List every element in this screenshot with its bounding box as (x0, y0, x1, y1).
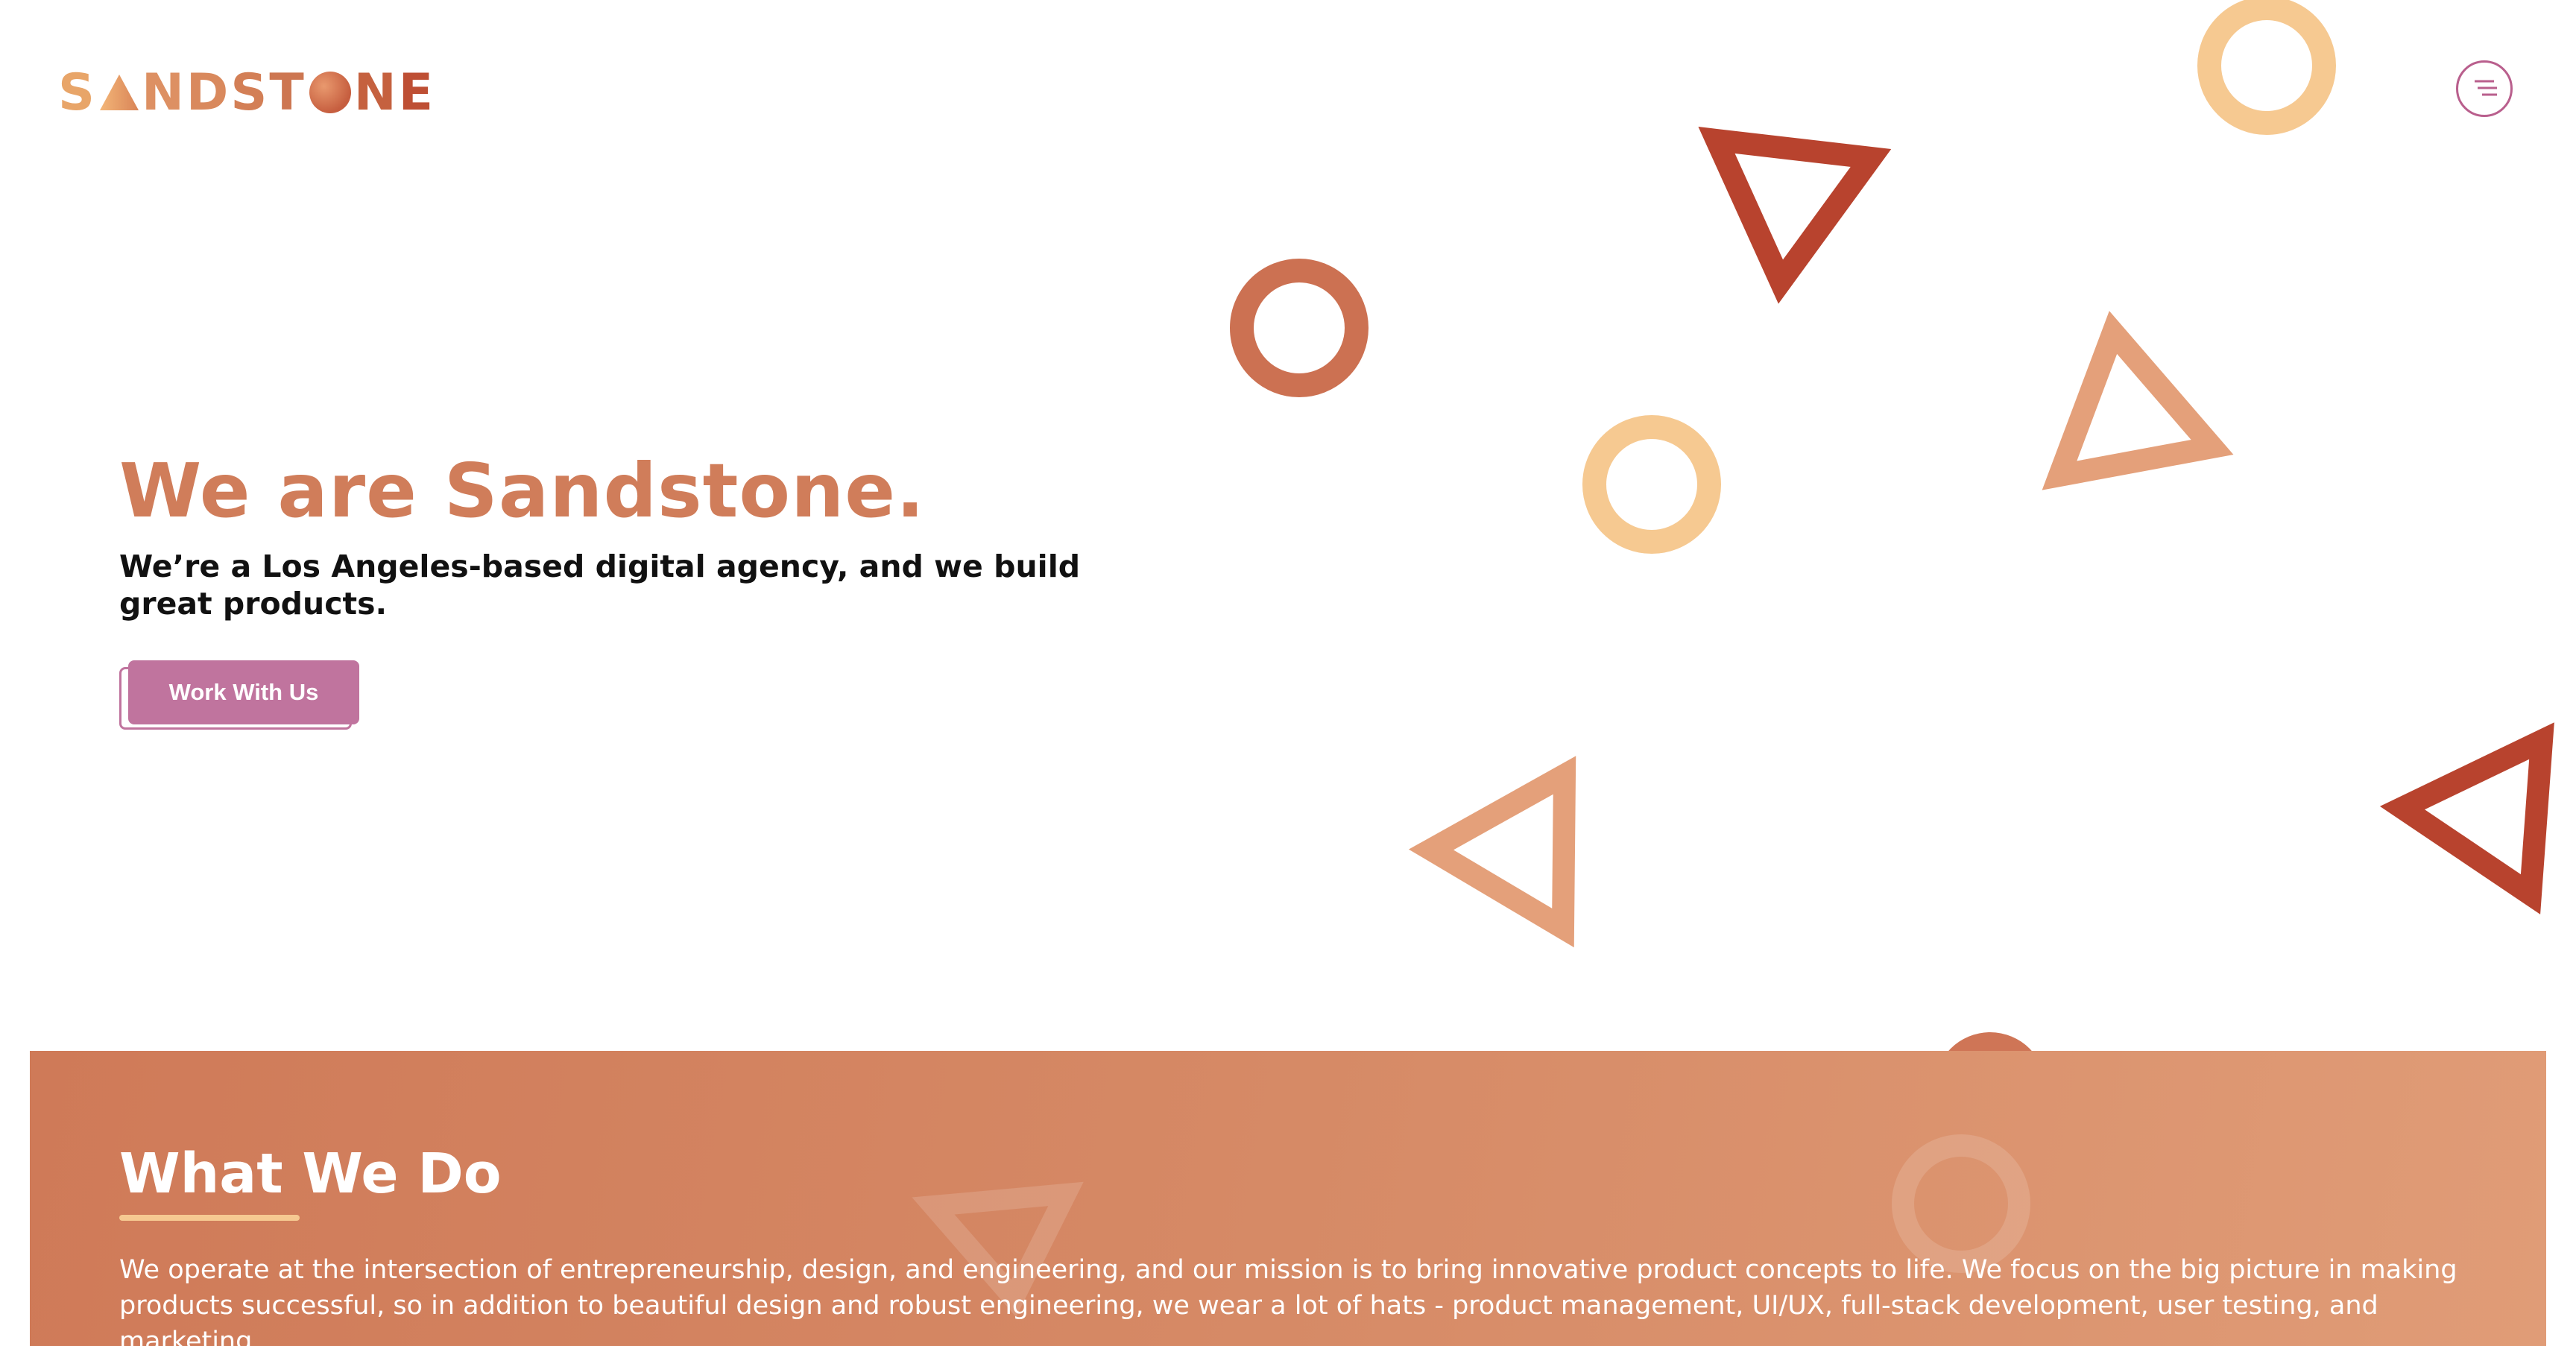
circle-orange-left (1230, 259, 1368, 397)
logo-letter: T (269, 63, 306, 122)
menu-button[interactable] (2456, 60, 2513, 117)
hero-subtitle: We’re a Los Angeles-based digital agency… (119, 549, 1081, 622)
hero-title: We are Sandstone. (119, 447, 926, 534)
what-we-do-section: What We Do We operate at the intersectio… (30, 1051, 2546, 1346)
triangle-peach-right (2042, 311, 2234, 490)
menu-lines-icon (2475, 80, 2497, 96)
brand-logo[interactable]: S N D S T N E (58, 63, 436, 122)
logo-letter: N (141, 63, 186, 122)
triangle-peach-bottom (1408, 756, 1576, 948)
section-title: What We Do (119, 1142, 502, 1206)
logo-letter: S (230, 63, 270, 122)
logo-pyramid-icon (99, 75, 139, 110)
title-underline (119, 1215, 300, 1221)
faded-circle (1892, 1134, 2030, 1273)
section-body: We operate at the intersection of entrep… (119, 1255, 2457, 1346)
logo-letter: D (186, 63, 231, 122)
circle-sand-middle (1582, 415, 1721, 554)
logo-sphere-icon (309, 72, 351, 113)
work-with-us-button[interactable]: Work With Us (128, 660, 359, 724)
logo-letter: N (353, 63, 399, 122)
triangle-red-top (1698, 127, 1892, 304)
triangle-red-right (2379, 722, 2554, 914)
circle-sand-top (2197, 0, 2336, 135)
logo-letter: S (58, 63, 97, 122)
logo-letter: E (398, 63, 436, 122)
